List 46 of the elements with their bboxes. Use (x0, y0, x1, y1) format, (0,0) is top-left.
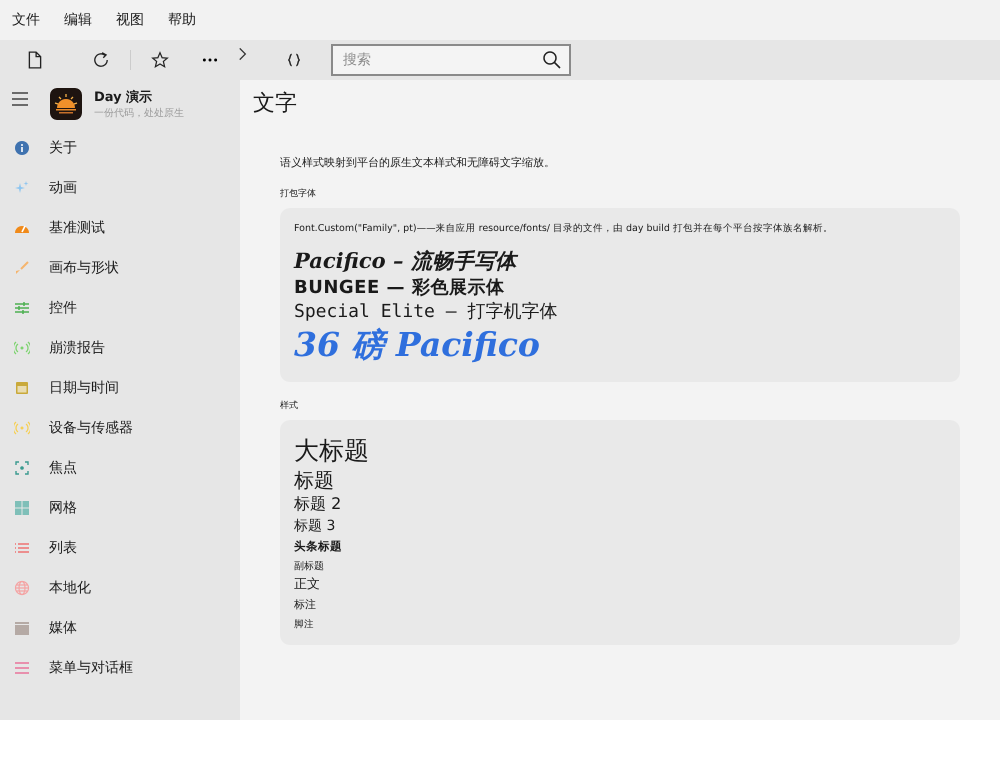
page-title: 文字 (253, 90, 298, 118)
text-style-sample: 标题 2 (294, 494, 342, 513)
sidebar-item[interactable]: 关于 (0, 128, 240, 168)
section-heading: 打包字体 (280, 188, 317, 200)
app-name: Day 演示 (94, 88, 154, 106)
script-font-sample: Pacifico – 流畅手写体 (294, 248, 516, 273)
sidebar-item[interactable]: 焦点 (0, 448, 240, 488)
search-icon[interactable] (542, 50, 562, 70)
sunrise-logo-icon (50, 88, 82, 120)
sidebar-item[interactable]: 画布与形状 (0, 248, 240, 288)
star-icon[interactable] (151, 51, 169, 69)
search-field[interactable]: 搜索 (331, 44, 571, 76)
text-style-sample: 副标题 (294, 561, 324, 572)
text-style-sample: 正文 (294, 577, 320, 592)
menu-item[interactable]: 帮助 (168, 11, 196, 29)
sidebar-item[interactable]: 本地化 (0, 568, 240, 608)
sidebar-item[interactable]: 菜单与对话框 (0, 648, 240, 688)
sidebar-item[interactable]: 动画 (0, 168, 240, 208)
typewriter-font-sample: Special Elite — 打字机字体 (294, 301, 558, 322)
page-description: 语义样式映射到平台的原生文本样式和无障碍文字缩放。 (280, 155, 556, 170)
text-style-sample: 大标题 (294, 436, 369, 465)
sidebar-item[interactable]: 崩溃报告 (0, 328, 240, 368)
menu-item[interactable]: 编辑 (64, 11, 92, 29)
sidebar-item[interactable]: 日期与时间 (0, 368, 240, 408)
section-heading: 样式 (280, 400, 299, 412)
large-font-sample: 36 磅 Pacifico (294, 325, 540, 364)
menu-icon[interactable] (12, 92, 28, 106)
new-file-icon[interactable] (26, 51, 44, 69)
display-font-sample: BUNGEE — 彩色展示体 (294, 277, 504, 298)
sidebar-item[interactable]: 控件 (0, 288, 240, 328)
sidebar-item[interactable]: 网格 (0, 488, 240, 528)
sidebar-item[interactable]: 媒体 (0, 608, 240, 648)
menu-item[interactable]: 视图 (116, 11, 144, 29)
text-style-sample: 脚注 (294, 619, 314, 630)
text-style-sample: 头条标题 (294, 539, 342, 553)
card-note: Font.Custom("Family", pt)——来自应用 resource/fonts/ 目录的文件，由 day build 打包并在每个平台按字体族名解析。 (294, 222, 834, 235)
braces-icon[interactable] (285, 51, 303, 69)
text-style-sample: 标注 (294, 598, 316, 611)
menu-item[interactable]: 文件 (12, 11, 40, 29)
text-style-sample: 标题 (294, 468, 334, 492)
sidebar-item[interactable]: 列表 (0, 528, 240, 568)
app-tagline: 一份代码，处处原生 (94, 106, 184, 120)
sidebar-item[interactable]: 基准测试 (0, 208, 240, 248)
text-style-sample: 标题 3 (294, 518, 336, 534)
refresh-icon[interactable] (92, 51, 110, 69)
sidebar-item[interactable]: 设备与传感器 (0, 408, 240, 448)
